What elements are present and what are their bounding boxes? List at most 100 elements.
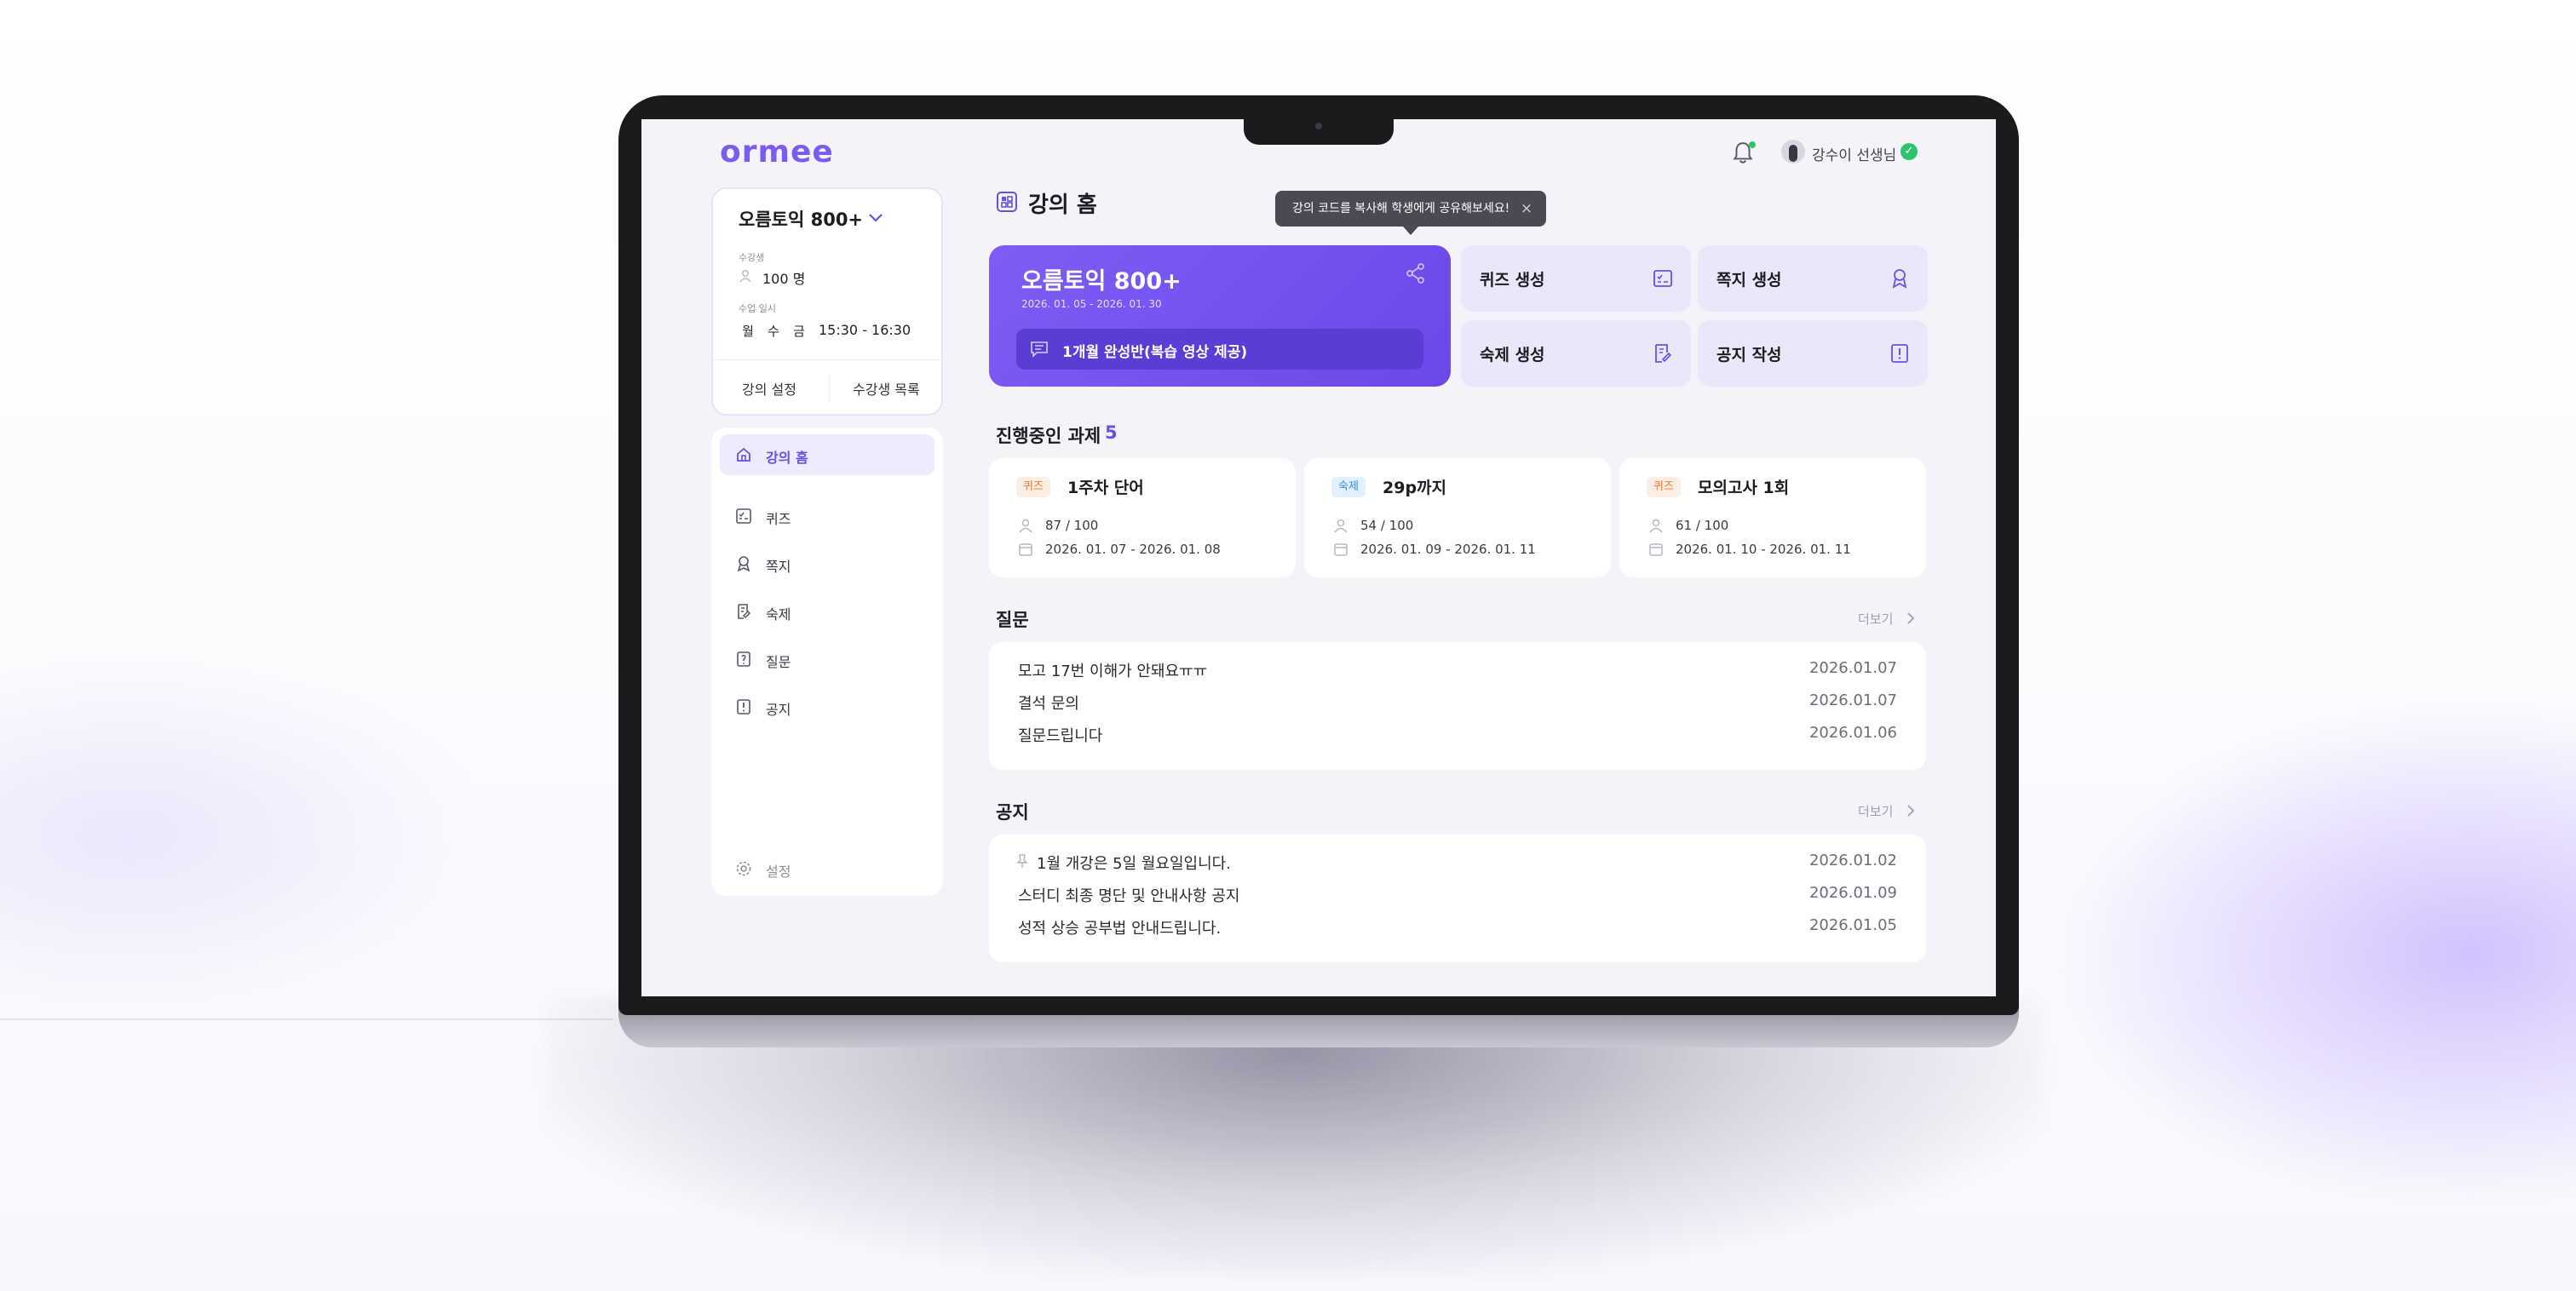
sidebar-item-home[interactable]: 강의 홈 bbox=[720, 434, 934, 475]
chevron-down-icon[interactable] bbox=[868, 213, 883, 223]
camera-icon bbox=[1315, 123, 1322, 129]
user-icon bbox=[739, 270, 751, 283]
chevron-right-icon[interactable] bbox=[1906, 611, 1916, 625]
question-title[interactable]: 결석 문의 bbox=[1018, 691, 1079, 714]
quiz-icon bbox=[736, 508, 751, 524]
sidebar-item-label: 퀴즈 bbox=[766, 511, 791, 527]
home-icon bbox=[737, 447, 750, 462]
quick-action-label: 퀴즈 생성 bbox=[1480, 271, 1545, 290]
sidebar-item-label: 강의 홈 bbox=[766, 450, 808, 466]
calendar-icon bbox=[1334, 543, 1348, 556]
schedule-day: 월 bbox=[742, 324, 754, 339]
class-hero-card[interactable]: 오름토익 800+ 2026. 01. 05 - 2026. 01. 30 1개… bbox=[989, 245, 1451, 387]
app-screen: ormee 강수이 선생님 ✓ 오름토익 800+ 수강생 100 명 수업 일… bbox=[641, 119, 1996, 996]
message-icon bbox=[1031, 341, 1048, 358]
gear-icon bbox=[736, 861, 751, 876]
questions-list: 모고 17번 이해가 안돼요ㅠㅠ 2026.01.07 결석 문의 2026.0… bbox=[989, 642, 1926, 770]
question-date: 2026.01.06 bbox=[1808, 724, 1897, 742]
sidebar-item-quiz[interactable]: 퀴즈 bbox=[720, 496, 934, 536]
task-period: 2026. 01. 07 - 2026. 01. 08 bbox=[1045, 542, 1221, 557]
tasks-count: 5 bbox=[1105, 422, 1118, 443]
questions-section-title: 질문 bbox=[996, 610, 1029, 630]
notice-date: 2026.01.02 bbox=[1808, 852, 1897, 869]
quiz-badge: 퀴즈 bbox=[1016, 477, 1050, 497]
tasks-section-title: 진행중인 과제 bbox=[996, 426, 1101, 446]
sidebar-item-notice[interactable]: 공지 bbox=[720, 686, 934, 727]
question-title[interactable]: 질문드립니다 bbox=[1018, 724, 1102, 746]
sidebar-item-note[interactable]: 쪽지 bbox=[720, 543, 934, 584]
share-icon[interactable] bbox=[1405, 262, 1427, 284]
sidebar-nav: 강의 홈 퀴즈 쪽지 숙제 질문 공지 설정 bbox=[711, 427, 943, 896]
question-icon bbox=[737, 651, 750, 667]
sidebar-item-label: 공지 bbox=[766, 702, 791, 718]
page-title: 강의 홈 bbox=[1028, 192, 1097, 218]
share-tooltip: 강의 코드를 복사해 학생에게 공유해보세요! bbox=[1275, 191, 1546, 227]
write-notice-button[interactable]: 공지 작성 bbox=[1698, 320, 1928, 387]
class-name[interactable]: 오름토익 800+ bbox=[739, 206, 863, 232]
task-title: 1주차 단어 bbox=[1067, 479, 1144, 497]
students-value: 100 명 bbox=[762, 271, 806, 287]
schedule-time: 15:30 - 16:30 bbox=[819, 322, 911, 338]
verified-icon: ✓ bbox=[1900, 143, 1918, 160]
notice-title[interactable]: 성적 상승 공부법 안내드립니다. bbox=[1018, 916, 1221, 938]
class-info-card: 오름토익 800+ 수강생 100 명 수업 일시 월 수 금 15:30 - … bbox=[711, 187, 943, 416]
create-quiz-button[interactable]: 퀴즈 생성 bbox=[1461, 245, 1691, 312]
task-card[interactable]: 퀴즈 모의고사 1회 61 / 100 2026. 01. 10 - 2026.… bbox=[1619, 458, 1926, 577]
avatar[interactable] bbox=[1781, 140, 1805, 164]
homework-badge: 숙제 bbox=[1331, 477, 1366, 497]
schedule-label: 수업 일시 bbox=[739, 303, 776, 314]
calendar-icon bbox=[1649, 543, 1663, 556]
sidebar-item-label: 쪽지 bbox=[766, 559, 791, 575]
pin-icon bbox=[1016, 854, 1028, 868]
hero-subtitle: 1개월 완성반(복습 영상 제공) bbox=[1062, 344, 1248, 361]
homework-icon bbox=[1655, 344, 1672, 363]
task-card[interactable]: 숙제 29p까지 54 / 100 2026. 01. 09 - 2026. 0… bbox=[1304, 458, 1611, 577]
quick-action-label: 공지 작성 bbox=[1716, 346, 1782, 364]
notices-more-link[interactable]: 더보기 bbox=[1858, 802, 1893, 820]
floor-line bbox=[0, 1018, 613, 1020]
sidebar-item-settings[interactable]: 설정 bbox=[720, 848, 934, 889]
task-title: 29p까지 bbox=[1383, 479, 1447, 497]
sidebar-item-label: 질문 bbox=[766, 654, 791, 670]
notice-date: 2026.01.05 bbox=[1808, 916, 1897, 934]
chevron-right-icon[interactable] bbox=[1906, 804, 1916, 818]
task-progress: 61 / 100 bbox=[1676, 518, 1729, 533]
calendar-icon bbox=[1019, 543, 1032, 556]
sidebar-item-question[interactable]: 질문 bbox=[720, 639, 934, 680]
notice-date: 2026.01.09 bbox=[1808, 884, 1897, 902]
user-icon bbox=[1019, 519, 1032, 533]
teacher-name[interactable]: 강수이 선생님 bbox=[1812, 143, 1896, 164]
notice-icon bbox=[737, 699, 750, 714]
question-title[interactable]: 모고 17번 이해가 안돼요ㅠㅠ bbox=[1018, 659, 1207, 681]
task-period: 2026. 01. 10 - 2026. 01. 11 bbox=[1676, 542, 1851, 557]
questions-more-link[interactable]: 더보기 bbox=[1858, 610, 1893, 628]
dashboard-icon bbox=[997, 192, 1017, 212]
notification-dot bbox=[1749, 141, 1756, 148]
students-label: 수강생 bbox=[739, 252, 765, 263]
task-card[interactable]: 퀴즈 1주차 단어 87 / 100 2026. 01. 07 - 2026. … bbox=[989, 458, 1296, 577]
notices-section-title: 공지 bbox=[996, 802, 1029, 823]
sidebar-item-label: 숙제 bbox=[766, 606, 791, 623]
quiz-badge: 퀴즈 bbox=[1647, 477, 1681, 497]
quick-action-label: 쪽지 생성 bbox=[1716, 271, 1782, 290]
create-homework-button[interactable]: 숙제 생성 bbox=[1461, 320, 1691, 387]
sidebar-item-label: 설정 bbox=[766, 864, 791, 880]
notices-list: 1월 개강은 5일 월요일입니다. 2026.01.02 스터디 최종 명단 및… bbox=[989, 835, 1926, 962]
question-date: 2026.01.07 bbox=[1808, 659, 1897, 677]
task-progress: 87 / 100 bbox=[1045, 518, 1099, 533]
tooltip-arrow bbox=[1403, 227, 1418, 235]
hero-dates: 2026. 01. 05 - 2026. 01. 30 bbox=[1021, 298, 1162, 310]
schedule-day: 수 bbox=[768, 324, 779, 339]
notice-title[interactable]: 1월 개강은 5일 월요일입니다. bbox=[1037, 852, 1231, 874]
notice-title[interactable]: 스터디 최종 명단 및 안내사항 공지 bbox=[1018, 884, 1239, 906]
class-settings-button[interactable]: 강의 설정 bbox=[742, 378, 796, 399]
quick-action-label: 숙제 생성 bbox=[1480, 346, 1545, 364]
close-icon[interactable]: × bbox=[1515, 191, 1538, 227]
create-note-button[interactable]: 쪽지 생성 bbox=[1698, 245, 1928, 312]
user-icon bbox=[1334, 519, 1348, 533]
sidebar-item-homework[interactable]: 숙제 bbox=[720, 591, 934, 632]
task-progress: 54 / 100 bbox=[1360, 518, 1414, 533]
note-icon bbox=[737, 556, 750, 572]
app-logo[interactable]: ormee bbox=[720, 135, 834, 169]
student-list-button[interactable]: 수강생 목록 bbox=[853, 378, 920, 399]
